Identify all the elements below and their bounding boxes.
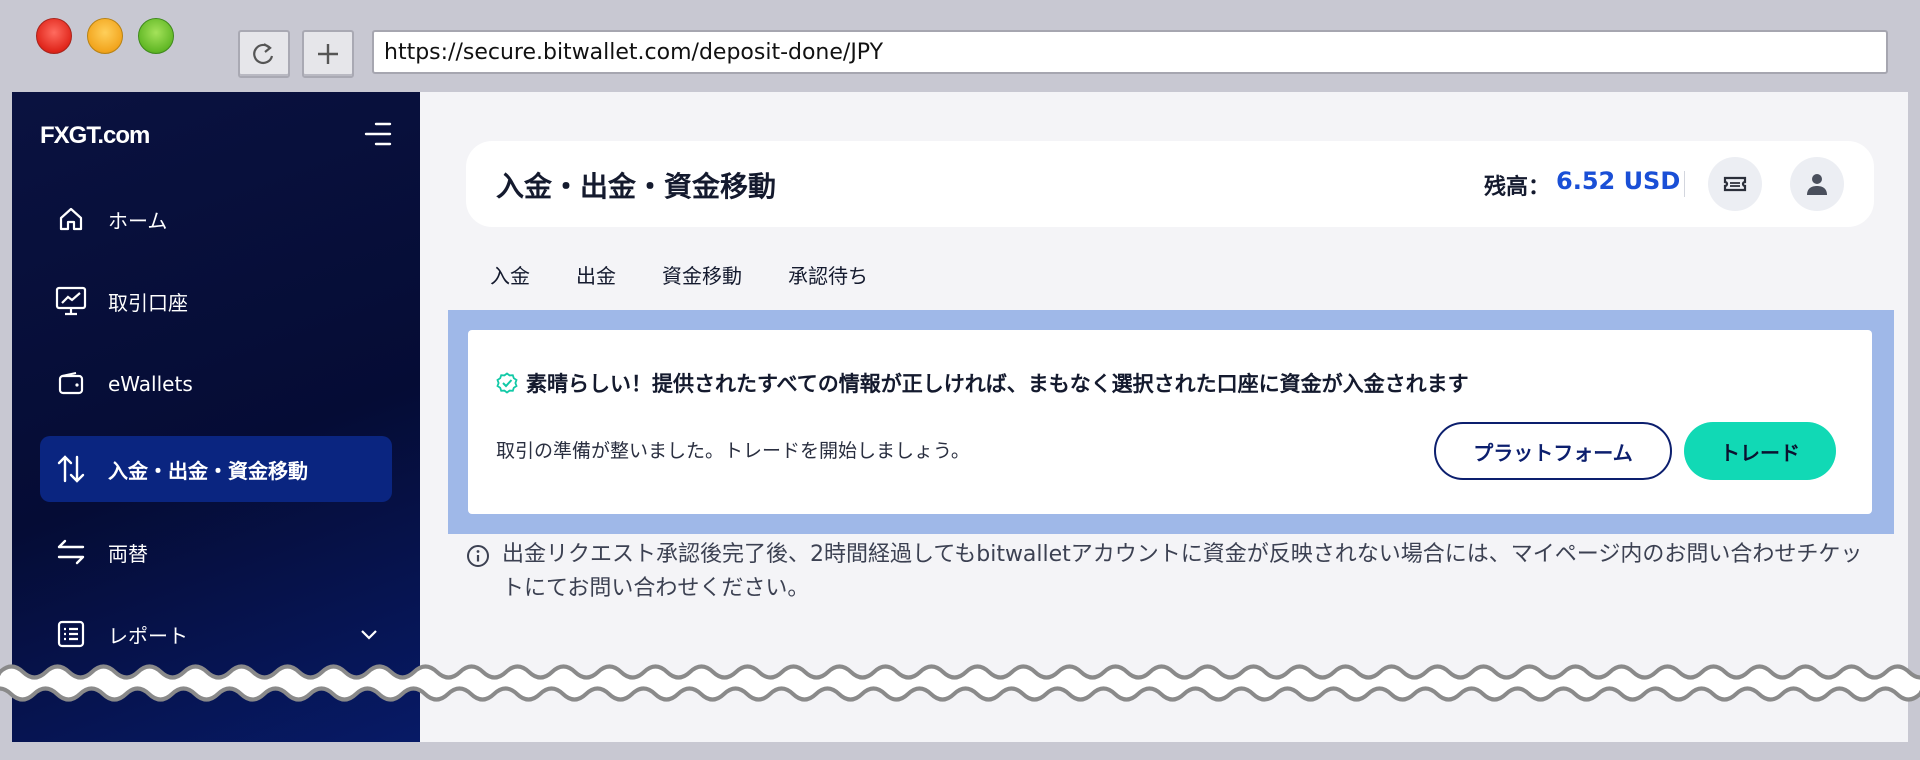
user-icon: [1807, 174, 1827, 195]
chart-monitor-icon: [54, 284, 88, 318]
header-divider: [1684, 171, 1685, 197]
tab-pending[interactable]: 承認待ち: [788, 260, 868, 289]
balance-value: 6.52 USD: [1556, 167, 1681, 195]
user-menu-button[interactable]: [1790, 157, 1844, 211]
ticket-icon: [1723, 176, 1747, 192]
ticket-button[interactable]: [1708, 157, 1762, 211]
minimize-window-button[interactable]: [87, 18, 123, 54]
wallet-icon: [54, 367, 88, 401]
torn-edge: [0, 664, 1920, 702]
address-bar[interactable]: https://secure.bitwallet.com/deposit-don…: [372, 30, 1888, 74]
sidebar-item-trading-accounts[interactable]: 取引口座: [40, 268, 392, 334]
success-title: 素晴らしい！提供されたすべての情報が正しければ、まもなく選択された口座に資金が入…: [526, 372, 1469, 396]
check-circle-icon: [496, 372, 518, 394]
sidebar-item-home[interactable]: ホーム: [40, 186, 392, 252]
browser-chrome: https://secure.bitwallet.com/deposit-don…: [0, 0, 1920, 92]
page-title: 入金・出金・資金移動: [496, 170, 777, 203]
reload-icon: [253, 43, 274, 65]
tab-withdraw[interactable]: 出金: [576, 260, 616, 289]
sidebar-item-exchange[interactable]: 両替: [40, 519, 392, 585]
success-card: 素晴らしい！提供されたすべての情報が正しければ、まもなく選択された口座に資金が入…: [468, 330, 1872, 514]
info-icon: [467, 545, 489, 567]
url-text: https://secure.bitwallet.com/deposit-don…: [384, 39, 884, 65]
new-tab-button[interactable]: [302, 30, 354, 78]
reload-button[interactable]: [238, 30, 290, 78]
exchange-icon: [54, 535, 88, 569]
sidebar-item-label: 両替: [108, 541, 148, 566]
success-subtitle: 取引の準備が整いました。トレードを開始しましょう。: [496, 440, 970, 462]
tab-transfer[interactable]: 資金移動: [662, 260, 742, 289]
sidebar-item-label: eWallets: [108, 372, 193, 396]
transfer-arrows-icon: [54, 452, 88, 486]
home-icon: [54, 202, 88, 236]
platform-button[interactable]: プラットフォーム: [1434, 422, 1672, 480]
maximize-window-button[interactable]: [138, 18, 174, 54]
tab-bar: 入金 出金 資金移動 承認待ち: [490, 260, 914, 289]
sidebar-item-label: ホーム: [108, 208, 168, 233]
logo[interactable]: FXGT.com: [40, 122, 150, 150]
notice-text: 出金リクエスト承認後完了後、2時間経過してもbitwalletアカウントに資金が…: [502, 542, 1863, 601]
trade-button[interactable]: トレード: [1684, 422, 1836, 480]
sidebar-item-label: 入金・出金・資金移動: [108, 458, 308, 483]
close-window-button[interactable]: [36, 18, 72, 54]
balance-label: 残高：: [1484, 175, 1551, 200]
sidebar-item-deposit-withdraw[interactable]: 入金・出金・資金移動: [40, 436, 392, 502]
sidebar-item-label: 取引口座: [108, 290, 188, 315]
tab-deposit[interactable]: 入金: [490, 260, 530, 289]
sidebar-item-ewallets[interactable]: eWallets: [40, 351, 392, 417]
plus-icon: [318, 44, 338, 64]
page-header: 入金・出金・資金移動 残高： 6.52 USD: [466, 141, 1874, 227]
menu-toggle-icon[interactable]: [362, 120, 392, 148]
